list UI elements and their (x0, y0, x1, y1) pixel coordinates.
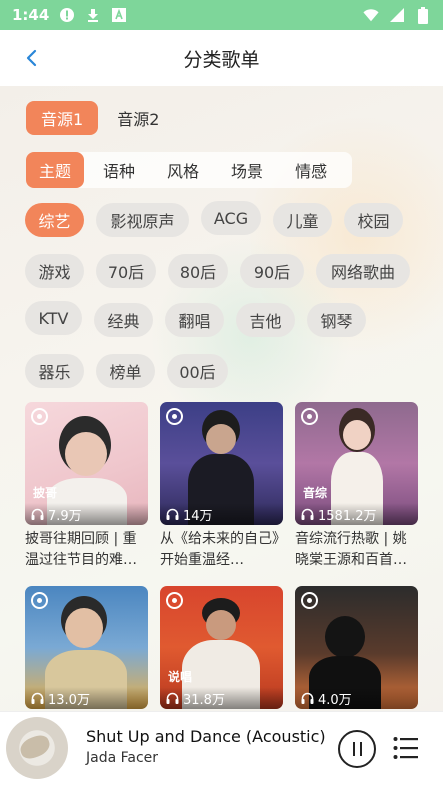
playlist-cover: 说唱 31.8万 (160, 586, 283, 709)
chip-80s[interactable]: 80后 (168, 254, 228, 288)
chip-instrumental[interactable]: 器乐 (25, 354, 84, 388)
signal-icon (389, 7, 405, 23)
chip-00s[interactable]: 00后 (167, 354, 228, 388)
headphones-icon (31, 692, 44, 704)
playlist-tag: 说唱 (168, 670, 193, 684)
chip-internet-songs[interactable]: 网络歌曲 (316, 254, 410, 288)
title-bar: 分类歌单 (0, 30, 443, 86)
headphones-icon (166, 692, 179, 704)
playlist-card[interactable]: 13.0万 (25, 586, 148, 709)
play-count-value: 14万 (183, 508, 213, 524)
category-tab-style[interactable]: 风格 (154, 152, 212, 188)
playlist-card[interactable]: 4.0万 (295, 586, 418, 709)
list-icon (393, 737, 418, 759)
download-icon (85, 7, 101, 23)
category-tabs: 主题 语种 风格 场景 情感 (26, 152, 353, 188)
mini-player[interactable]: Shut Up and Dance (Acoustic) Jada Facer (0, 711, 443, 787)
play-count-value: 4.0万 (318, 692, 352, 708)
chip-70s[interactable]: 70后 (96, 254, 156, 288)
chip-acg[interactable]: ACG (201, 201, 261, 235)
chip-charts[interactable]: 榜单 (96, 354, 155, 388)
chip-guitar[interactable]: 吉他 (236, 303, 295, 337)
playlist-queue-button[interactable] (393, 736, 419, 760)
playlist-cover: 音综 1581.2万 (295, 402, 418, 525)
playlist-card[interactable]: 14万 从《给未来的自己》开始重温经… (160, 402, 283, 571)
play-count-value: 7.9万 (48, 508, 82, 524)
play-count: 7.9万 (25, 503, 148, 525)
wifi-icon (363, 7, 379, 23)
category-content: 音源1 音源2 主题 语种 风格 场景 情感 综艺 影视原声 ACG 儿童 校园… (0, 86, 443, 711)
headphones-icon (166, 508, 179, 520)
music-logo-icon (166, 592, 183, 609)
music-logo-icon (301, 592, 318, 609)
play-count-value: 1581.2万 (318, 508, 377, 524)
playlist-card[interactable]: 披哥 7.9万 披哥往期回顾 | 重温过往节目的难… (25, 402, 148, 571)
play-count: 13.0万 (25, 687, 148, 709)
chip-campus[interactable]: 校园 (344, 203, 403, 237)
playlist-tag: 音综 (303, 486, 328, 500)
playlist-cover: 4.0万 (295, 586, 418, 709)
back-button[interactable] (18, 44, 46, 72)
font-a-icon (111, 7, 127, 23)
category-tab-theme[interactable]: 主题 (26, 152, 85, 188)
music-logo-icon (31, 592, 48, 609)
chip-game[interactable]: 游戏 (25, 254, 84, 288)
playlist-cover: 披哥 7.9万 (25, 402, 148, 525)
chip-children[interactable]: 儿童 (273, 203, 332, 237)
playlist-cover: 13.0万 (25, 586, 148, 709)
chip-soundtrack[interactable]: 影视原声 (96, 203, 189, 237)
play-count: 31.8万 (160, 687, 283, 709)
play-count: 4.0万 (295, 687, 418, 709)
category-tab-language[interactable]: 语种 (90, 152, 148, 188)
alert-circle-icon (59, 7, 75, 23)
chip-90s[interactable]: 90后 (240, 254, 304, 288)
category-tab-emotion[interactable]: 情感 (282, 152, 340, 188)
chip-variety[interactable]: 综艺 (25, 203, 84, 237)
chip-piano[interactable]: 钢琴 (307, 303, 366, 337)
chip-classic[interactable]: 经典 (94, 303, 153, 337)
playlist-title: 从《给未来的自己》开始重温经… (160, 531, 279, 568)
player-artist: Jada Facer (86, 750, 159, 766)
pause-icon (352, 742, 355, 756)
pause-icon-bar (359, 742, 362, 756)
playlist-cover: 14万 (160, 402, 283, 525)
battery-icon (415, 6, 431, 24)
headphones-icon (301, 508, 314, 520)
headphones-icon (31, 508, 44, 520)
play-count-value: 31.8万 (183, 692, 225, 708)
status-bar: 1:44 (0, 0, 443, 30)
chip-cover[interactable]: 翻唱 (165, 303, 224, 337)
music-logo-icon (166, 408, 183, 425)
playlist-title: 披哥往期回顾 | 重温过往节目的难… (25, 531, 137, 568)
pause-button[interactable] (338, 730, 376, 768)
playlist-card[interactable]: 说唱 31.8万 (160, 586, 283, 709)
playlist-card[interactable]: 音综 1581.2万 音综流行热歌 | 姚晓棠王源和百首… (295, 402, 418, 571)
play-count: 14万 (160, 503, 283, 525)
play-count: 1581.2万 (295, 503, 418, 525)
category-tab-scene[interactable]: 场景 (218, 152, 276, 188)
music-logo-icon (301, 408, 318, 425)
source-tab-1[interactable]: 音源1 (26, 101, 99, 135)
source-tabs: 音源1 音源2 (26, 101, 174, 135)
headphones-icon (301, 692, 314, 704)
playlist-tag: 披哥 (33, 486, 58, 500)
album-cover[interactable] (6, 717, 68, 779)
source-tab-2[interactable]: 音源2 (102, 101, 174, 135)
page-title: 分类歌单 (183, 48, 260, 71)
chevron-left-icon (26, 49, 37, 67)
playlist-title: 音综流行热歌 | 姚晓棠王源和百首… (295, 531, 407, 568)
chip-ktv[interactable]: KTV (25, 301, 82, 335)
status-time: 1:44 (12, 6, 50, 24)
play-count-value: 13.0万 (48, 692, 90, 708)
player-song-title: Shut Up and Dance (Acoustic) (86, 727, 326, 746)
music-logo-icon (31, 408, 48, 425)
